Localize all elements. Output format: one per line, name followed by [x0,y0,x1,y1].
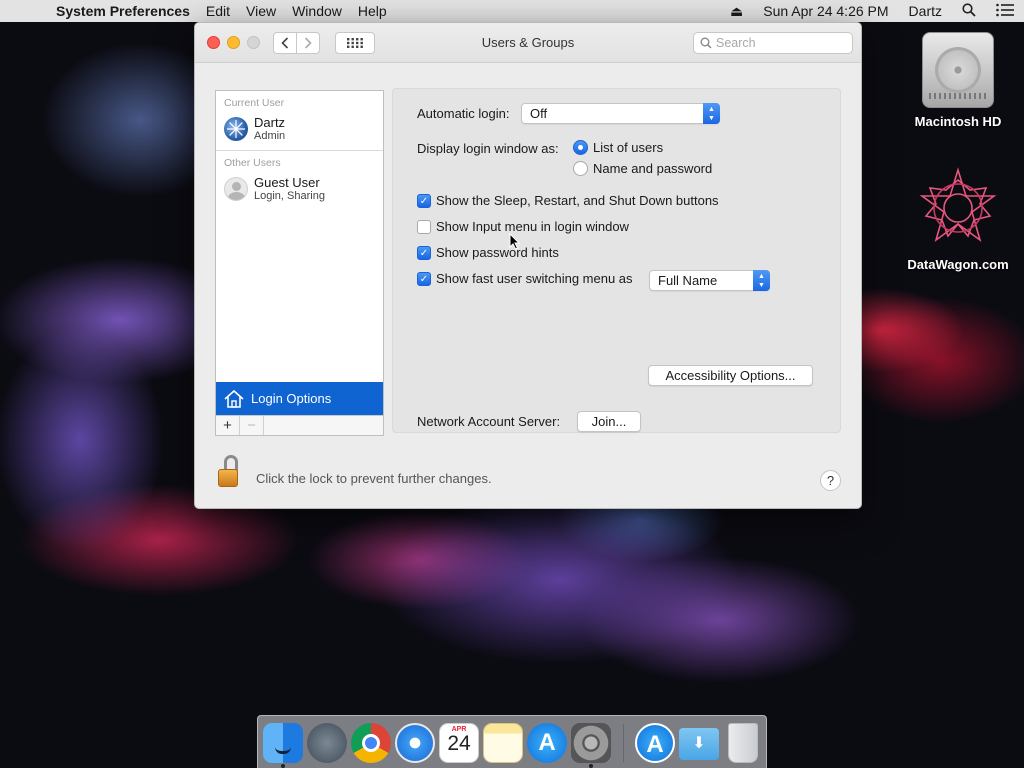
search-icon [700,37,712,49]
user-row-guest[interactable]: Guest User Login, Sharing [216,170,383,208]
dock-chrome-icon[interactable] [351,723,391,763]
checkbox-password-hints[interactable]: ✓ Show password hints [417,245,559,260]
login-options-panel: Automatic login: Off ▲ ▼ Display login wi… [392,88,841,433]
chevron-right-icon [304,37,312,49]
remove-user-button: − [240,416,264,435]
users-list: Current User Dartz Admin Other Users Gue… [215,90,384,436]
show-all-button[interactable] [335,32,375,54]
radio-label: Name and password [593,161,713,176]
automatic-login-label: Automatic login: [417,106,510,121]
zoom-button [247,36,260,49]
checkbox-label: Show fast user switching menu as [436,271,633,286]
lock-message: Click the lock to prevent further change… [256,471,492,486]
updown-arrows-icon: ▲ ▼ [753,270,770,291]
forward-button[interactable] [296,32,320,54]
user-name: Guest User [254,174,320,190]
dock-launchpad-icon[interactable] [307,723,347,763]
snowflake-avatar-icon [227,120,245,138]
desktop-icon-macintosh-hd[interactable]: Macintosh HD [898,32,1018,129]
running-indicator [281,764,285,768]
dock-finder-icon[interactable] [263,723,303,763]
avatar [224,117,248,141]
menu-view[interactable]: View [238,3,284,19]
radio-list-of-users[interactable]: List of users [573,140,663,155]
menu-app-name[interactable]: System Preferences [56,3,198,19]
menu-clock[interactable]: Sun Apr 24 4:26 PM [753,3,898,19]
calendar-day: 24 [447,732,471,755]
running-indicator [589,764,593,768]
mouse-cursor-icon [509,233,520,250]
user-role: Login, Sharing [254,189,325,202]
menu-edit[interactable]: Edit [198,3,238,19]
hard-drive-icon [922,32,994,108]
guest-avatar-icon [224,177,248,201]
user-role: Admin [254,129,286,142]
checkbox[interactable]: ✓ [417,193,431,208]
desktop-icon-label: DataWagon.com [907,257,1009,272]
sidebar-item-label: Login Options [251,391,332,406]
checkbox[interactable]: ✓ [417,271,431,286]
dock-safari-icon[interactable] [395,723,435,763]
radio-name-and-password[interactable]: Name and password [573,161,712,176]
checkbox[interactable]: ✓ [417,245,431,260]
title-bar: Users & Groups [195,23,861,63]
dock-app-store-icon[interactable]: A [527,723,567,763]
dock-calendar-icon[interactable]: APR 24 [439,723,479,763]
checkbox-input-menu[interactable]: Show Input menu in login window [417,219,629,234]
dock-notes-icon[interactable] [483,723,523,763]
lock-icon[interactable] [216,455,242,489]
updown-arrows-icon: ▲ ▼ [703,103,720,124]
list-toolbar: + − [216,415,383,435]
desktop-icon-label: Macintosh HD [914,114,1002,129]
join-button[interactable]: Join... [577,411,641,432]
menu-bar: System Preferences Edit View Window Help… [0,0,1024,22]
user-row-current[interactable]: Dartz Admin [216,110,383,148]
spotlight-search-icon[interactable] [952,2,986,20]
add-user-button[interactable]: + [216,416,240,435]
automatic-login-popup[interactable]: Off ▲ ▼ [521,103,720,124]
radio-button[interactable] [573,140,588,155]
checkbox[interactable] [417,219,431,234]
dock: APR 24 A A ⬇ [257,715,767,768]
fast-switch-popup[interactable]: Full Name ▲ ▼ [649,270,770,291]
user-name: Dartz [254,114,286,130]
checkbox-label: Show password hints [436,245,559,260]
close-button[interactable] [207,36,220,49]
back-button[interactable] [273,32,297,54]
grid-icon [347,38,363,48]
current-user-label: Current User [224,97,285,109]
eject-icon[interactable]: ⏏ [720,3,753,20]
checkbox-sleep-restart-shutdown[interactable]: ✓ Show the Sleep, Restart, and Shut Down… [417,193,719,208]
other-users-label: Other Users [224,157,281,169]
notification-center-icon[interactable] [986,3,1024,20]
menu-help[interactable]: Help [350,3,395,19]
menu-user[interactable]: Dartz [899,3,952,19]
dock-downloads-folder-icon[interactable]: ⬇ [679,728,719,760]
checkbox-fast-user-switching[interactable]: ✓ Show fast user switching menu as [417,271,633,286]
desktop-icon-datawagon[interactable]: DataWagon.com [898,166,1018,272]
dock-system-preferences-icon[interactable] [571,723,611,763]
sidebar-item-login-options[interactable]: Login Options [216,382,383,415]
chevron-left-icon [281,37,289,49]
dock-divider [623,724,624,762]
help-button[interactable]: ? [820,470,841,491]
minimize-button[interactable] [227,36,240,49]
checkbox-label: Show Input menu in login window [436,219,629,234]
checkbox-label: Show the Sleep, Restart, and Shut Down b… [436,193,719,208]
radio-label: List of users [593,140,664,155]
search-field[interactable] [693,32,853,54]
popup-value: Full Name [658,273,718,288]
dock-app-store-download-icon[interactable]: A [635,723,675,763]
display-login-label: Display login window as: [417,141,559,156]
menu-window[interactable]: Window [284,3,350,19]
search-input[interactable] [716,36,846,50]
users-groups-window: Users & Groups Current User Dartz Admin … [194,22,862,509]
dock-trash-icon[interactable] [728,723,758,763]
accessibility-options-button[interactable]: Accessibility Options... [648,365,813,386]
star-pattern-icon [919,167,997,243]
house-icon [224,389,244,408]
network-account-server-label: Network Account Server: [417,414,561,429]
popup-value: Off [530,106,548,121]
radio-button[interactable] [573,161,588,176]
